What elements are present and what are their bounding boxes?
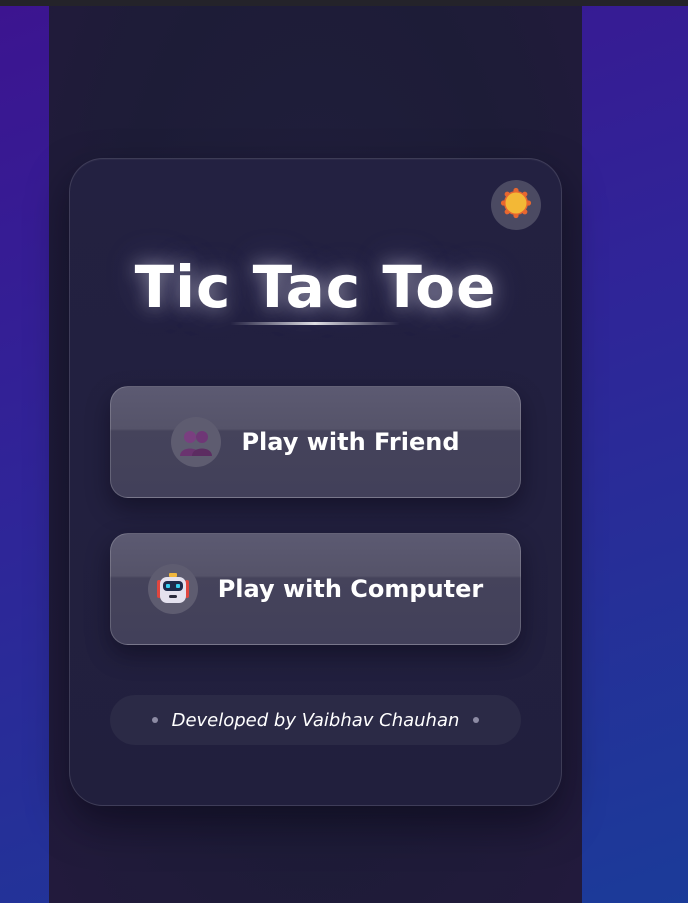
theme-toggle-button[interactable]: [491, 180, 541, 230]
robot-icon: [147, 564, 198, 614]
developer-credit-text: Developed by Vaibhav Chauhan: [171, 709, 460, 731]
play-with-friend-button[interactable]: Play with Friend: [110, 386, 521, 498]
sun-icon: [500, 187, 532, 223]
title-underline: [230, 322, 400, 325]
two-people-icon: [171, 417, 222, 467]
page-title: Tic Tac Toe: [134, 253, 497, 321]
play-with-friend-label: Play with Friend: [241, 428, 460, 456]
bullet-dot-left: [151, 717, 158, 723]
menu-card: Tic Tac Toe Play with Friend Play with C…: [69, 158, 562, 806]
bullet-dot-right: [473, 717, 480, 723]
app-viewport: Tic Tac Toe Play with Friend Play with C…: [49, 6, 582, 903]
play-with-computer-label: Play with Computer: [217, 575, 484, 603]
developer-credit: Developed by Vaibhav Chauhan: [110, 695, 521, 745]
play-with-computer-button[interactable]: Play with Computer: [110, 533, 521, 645]
